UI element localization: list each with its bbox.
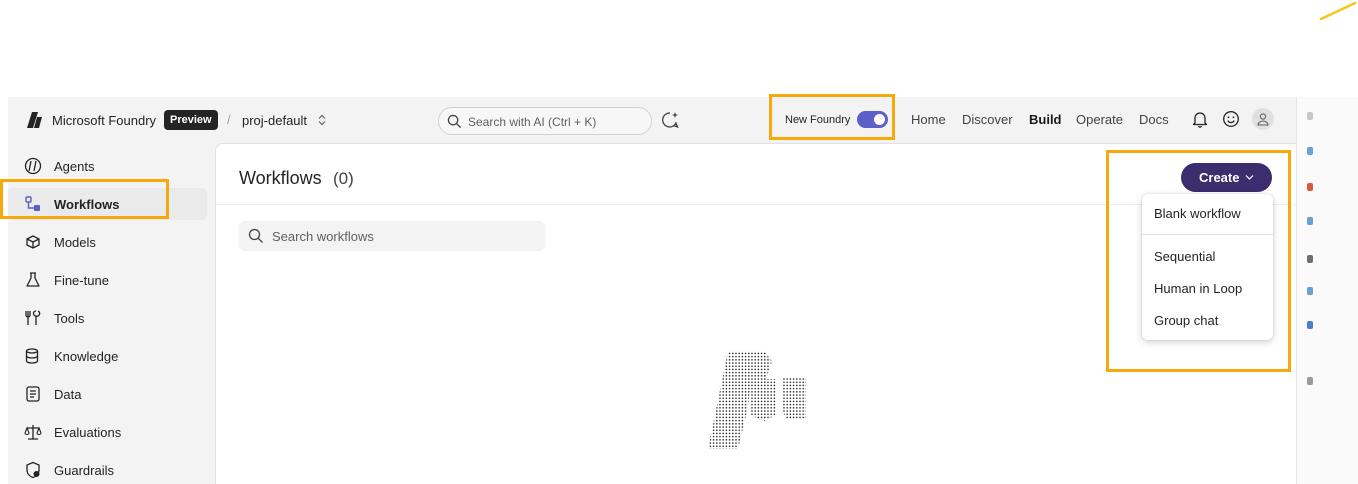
preview-badge: Preview [164,110,218,130]
edge-mark [1307,112,1313,120]
nav-docs[interactable]: Docs [1139,112,1169,127]
workflows-highlight [0,179,169,219]
nav-discover[interactable]: Discover [962,112,1013,127]
sidebar-item-fine-tune[interactable]: Fine-tune [8,264,207,296]
sidebar-item-label: Evaluations [54,425,122,440]
scale-icon [24,425,42,440]
create-menu-highlight [1106,150,1291,372]
top-bar: Microsoft Foundry Preview / proj-default… [8,94,1296,143]
ai-search-placeholder: Search with AI (Ctrl + K) [468,115,597,129]
ai-chat-sparkle-icon[interactable] [660,110,680,130]
edge-mark [1307,183,1313,191]
smiley-feedback-icon[interactable] [1222,110,1240,128]
sidebar-item-data[interactable]: Data [8,378,207,410]
sidebar-item-evaluations[interactable]: Evaluations [8,416,207,448]
edge-mark [1307,321,1313,329]
cubes-icon [26,235,40,249]
foundry-app-window: Microsoft Foundry Preview / proj-default… [0,94,1297,484]
foundry-logo-icon[interactable] [26,111,44,129]
empty-state-illustration [708,351,806,449]
sidebar-item-guardrails[interactable]: Guardrails [8,454,207,484]
tools-icon [25,310,41,325]
search-workflows-placeholder: Search workflows [272,229,374,244]
nav-operate[interactable]: Operate [1076,112,1123,127]
sidebar-item-label: Data [54,387,82,402]
bell-icon[interactable] [1191,110,1209,128]
edge-mark [1307,287,1313,295]
profile-icon [1257,113,1269,126]
new-foundry-toggle[interactable] [857,111,888,128]
adjacent-window-edge [1296,97,1358,484]
agents-icon [24,157,42,175]
sidebar-item-label: Guardrails [54,463,114,478]
sidebar-item-label: Fine-tune [54,273,109,288]
edge-mark [1307,255,1313,263]
edge-mark [1307,147,1313,155]
ai-search-box[interactable]: Search with AI (Ctrl + K) [438,107,652,135]
sidebar-item-knowledge[interactable]: Knowledge [8,340,207,372]
search-icon [447,114,462,129]
search-workflows-input[interactable]: Search workflows [239,221,545,251]
sidebar-item-label: Knowledge [54,349,119,364]
brand-name[interactable]: Microsoft Foundry [52,113,156,128]
sidebar-item-label: Models [54,235,96,250]
new-foundry-label: New Foundry [785,114,851,126]
shield-icon [26,461,40,479]
chevron-updown-icon[interactable] [317,114,327,126]
left-sidebar: Agents Workflows Models Fine-tune Tools … [0,143,215,484]
page-title: Workflows [239,168,322,188]
sidebar-item-agents[interactable]: Agents [8,150,207,182]
flask-icon [26,272,40,287]
workflow-count: (0) [333,169,354,188]
breadcrumb-separator: / [227,112,231,127]
sidebar-item-label: Agents [54,159,95,174]
edge-mark [1307,217,1313,225]
database-icon [25,348,39,364]
search-icon [248,228,263,243]
edge-mark [1307,377,1313,385]
nav-build[interactable]: Build [1029,112,1062,127]
profile-avatar[interactable] [1252,108,1274,130]
sidebar-item-models[interactable]: Models [8,226,207,258]
toggle-knob [874,114,885,125]
document-icon [26,386,40,402]
project-selector[interactable]: proj-default [242,113,307,128]
nav-home[interactable]: Home [911,112,946,127]
sidebar-item-label: Tools [54,311,85,326]
sidebar-item-tools[interactable]: Tools [8,302,207,334]
decorative-stroke [1319,1,1357,21]
